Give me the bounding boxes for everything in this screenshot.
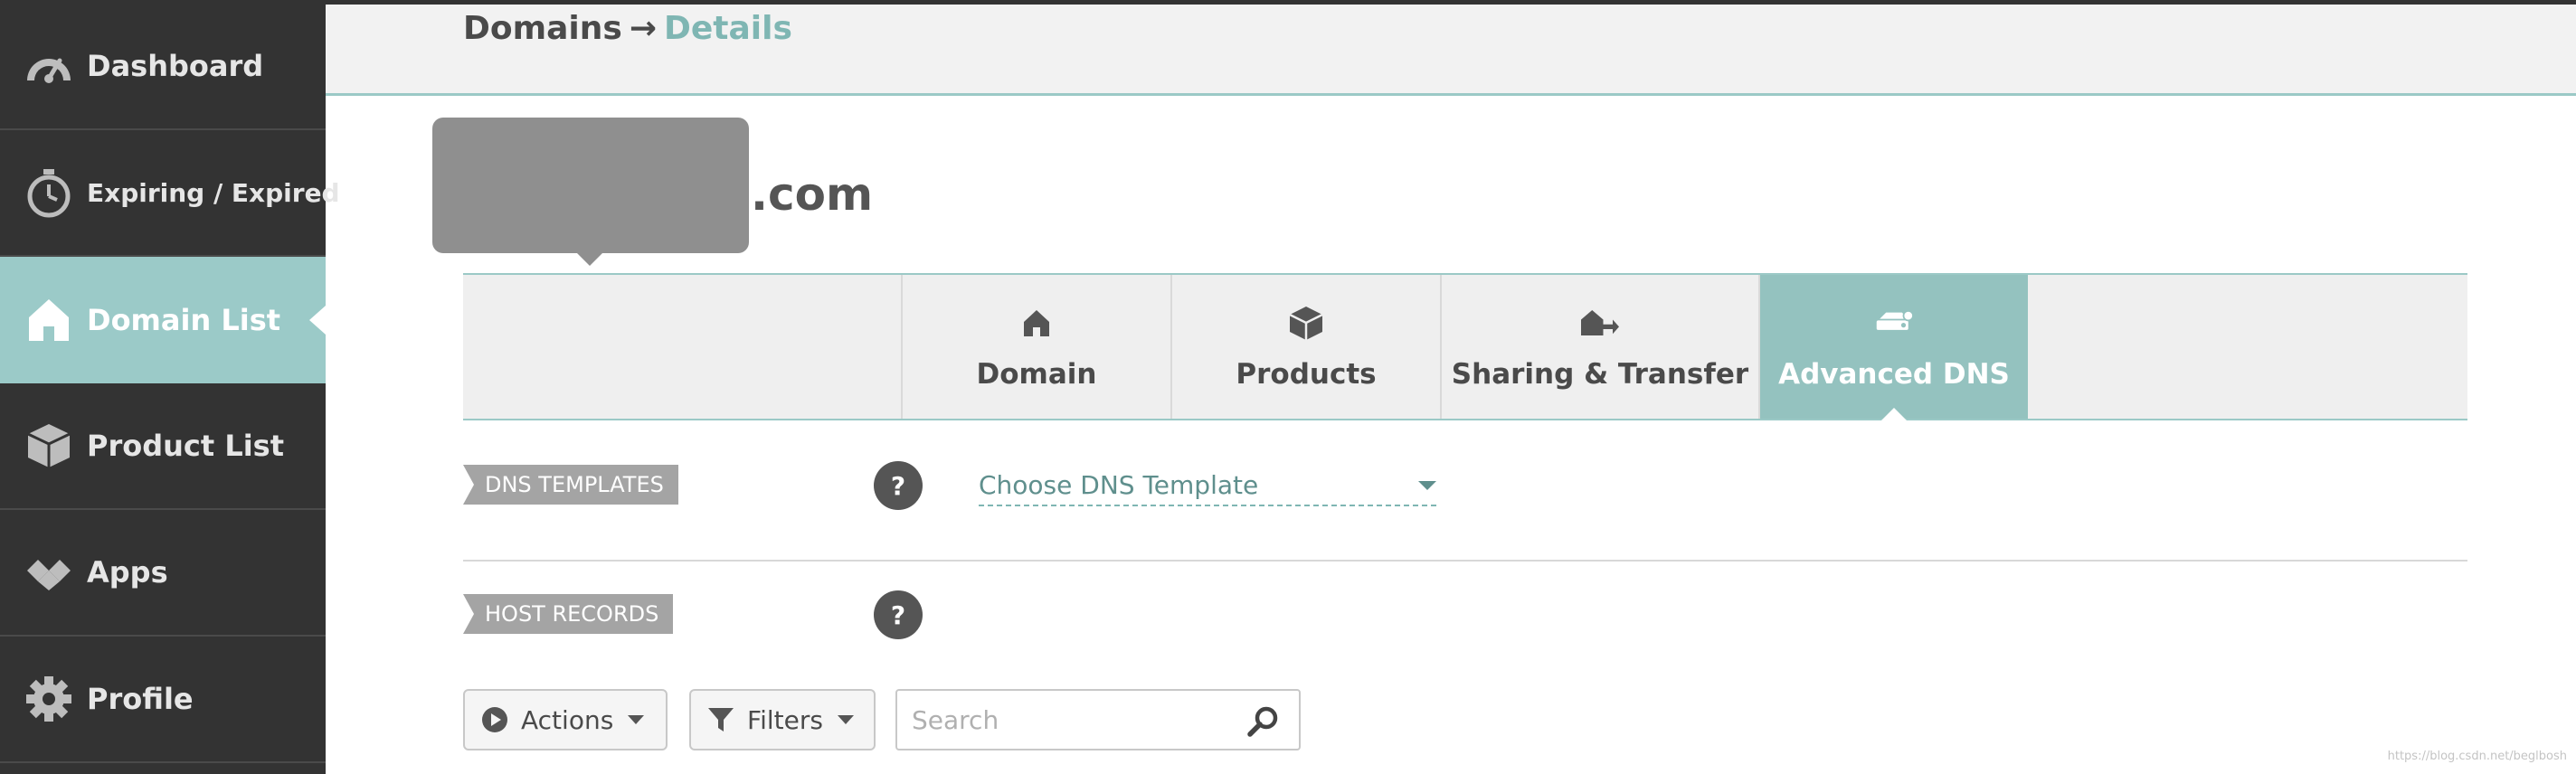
speedometer-icon: [24, 41, 74, 91]
actions-button-label: Actions: [521, 704, 614, 735]
search-input[interactable]: [912, 700, 1219, 740]
gear-icon: [24, 674, 74, 724]
package-icon: [24, 420, 74, 471]
breadcrumb-domains-link[interactable]: Domains: [463, 10, 622, 47]
tab-label: Sharing & Transfer: [1451, 357, 1749, 391]
sidebar-item-profile[interactable]: Profile: [0, 637, 326, 763]
watermark: https://blog.csdn.net/beglbosh: [2387, 750, 2567, 763]
tab-label: Advanced DNS: [1778, 357, 2010, 391]
sidebar-item-label: Profile: [87, 682, 194, 716]
search-icon[interactable]: [1246, 703, 1281, 738]
search-box: [895, 689, 1301, 750]
sidebar-item-domain-list[interactable]: Domain List: [0, 257, 326, 383]
home-icon: [24, 295, 74, 345]
sidebar-item-label: Product List: [87, 429, 285, 463]
actions-button[interactable]: Actions: [463, 689, 668, 750]
dns-templates-label: DNS TEMPLATES: [463, 465, 678, 505]
breadcrumb: Domains → Details: [463, 10, 792, 47]
box-icon: [1287, 304, 1325, 342]
dns-template-select[interactable]: Choose DNS Template: [979, 465, 1436, 506]
share-home-icon: [1581, 304, 1619, 342]
server-icon: [1875, 304, 1913, 342]
sidebar-item-dashboard[interactable]: Dashboard: [0, 4, 326, 130]
filters-button[interactable]: Filters: [689, 689, 876, 750]
home-icon: [1018, 304, 1056, 342]
tab-label: Products: [1236, 357, 1377, 391]
host-records-label: HOST RECORDS: [463, 594, 674, 634]
sidebar-item-label: Domain List: [87, 303, 281, 337]
breadcrumb-current: Details: [664, 10, 792, 47]
tab-label: Domain: [976, 357, 1097, 391]
tab-advanced-dns[interactable]: Advanced DNS: [1758, 275, 2028, 420]
sidebar: Dashboard Expiring / Expired Domain List…: [0, 0, 340, 774]
sidebar-item-label: Apps: [87, 555, 168, 590]
chevron-down-icon: [837, 715, 854, 724]
sidebar-item-product-list[interactable]: Product List: [0, 383, 326, 510]
tab-products[interactable]: Products: [1170, 275, 1440, 419]
tab-domain[interactable]: Domain: [901, 275, 1170, 419]
sidebar-item-label: Dashboard: [87, 49, 264, 83]
section-divider: [463, 560, 2467, 562]
breadcrumb-separator: →: [629, 10, 657, 47]
sidebar-item-label: Expiring / Expired: [87, 177, 340, 208]
chevron-down-icon: [628, 715, 645, 724]
domain-title-text: .com: [751, 168, 874, 221]
filter-icon: [706, 704, 736, 735]
sidebar-item-apps[interactable]: Apps: [0, 510, 326, 637]
chevron-down-icon: [1418, 481, 1436, 490]
sidebar-item-expiring[interactable]: Expiring / Expired: [0, 130, 340, 257]
stopwatch-icon: [24, 167, 74, 218]
filters-button-label: Filters: [747, 704, 823, 735]
play-circle-icon: [479, 704, 510, 735]
dns-templates-help-button[interactable]: ?: [874, 461, 923, 510]
apps-icon: [24, 547, 74, 598]
redaction-box: [432, 118, 749, 266]
dns-template-select-value: Choose DNS Template: [979, 469, 1259, 500]
breadcrumb-bar: Domains → Details: [326, 0, 2576, 96]
tab-sharing-transfer[interactable]: Sharing & Transfer: [1440, 275, 1758, 419]
domain-tabs: Domain Products Sharing & Transfer Advan…: [463, 273, 2467, 420]
host-records-help-button[interactable]: ?: [874, 590, 923, 639]
